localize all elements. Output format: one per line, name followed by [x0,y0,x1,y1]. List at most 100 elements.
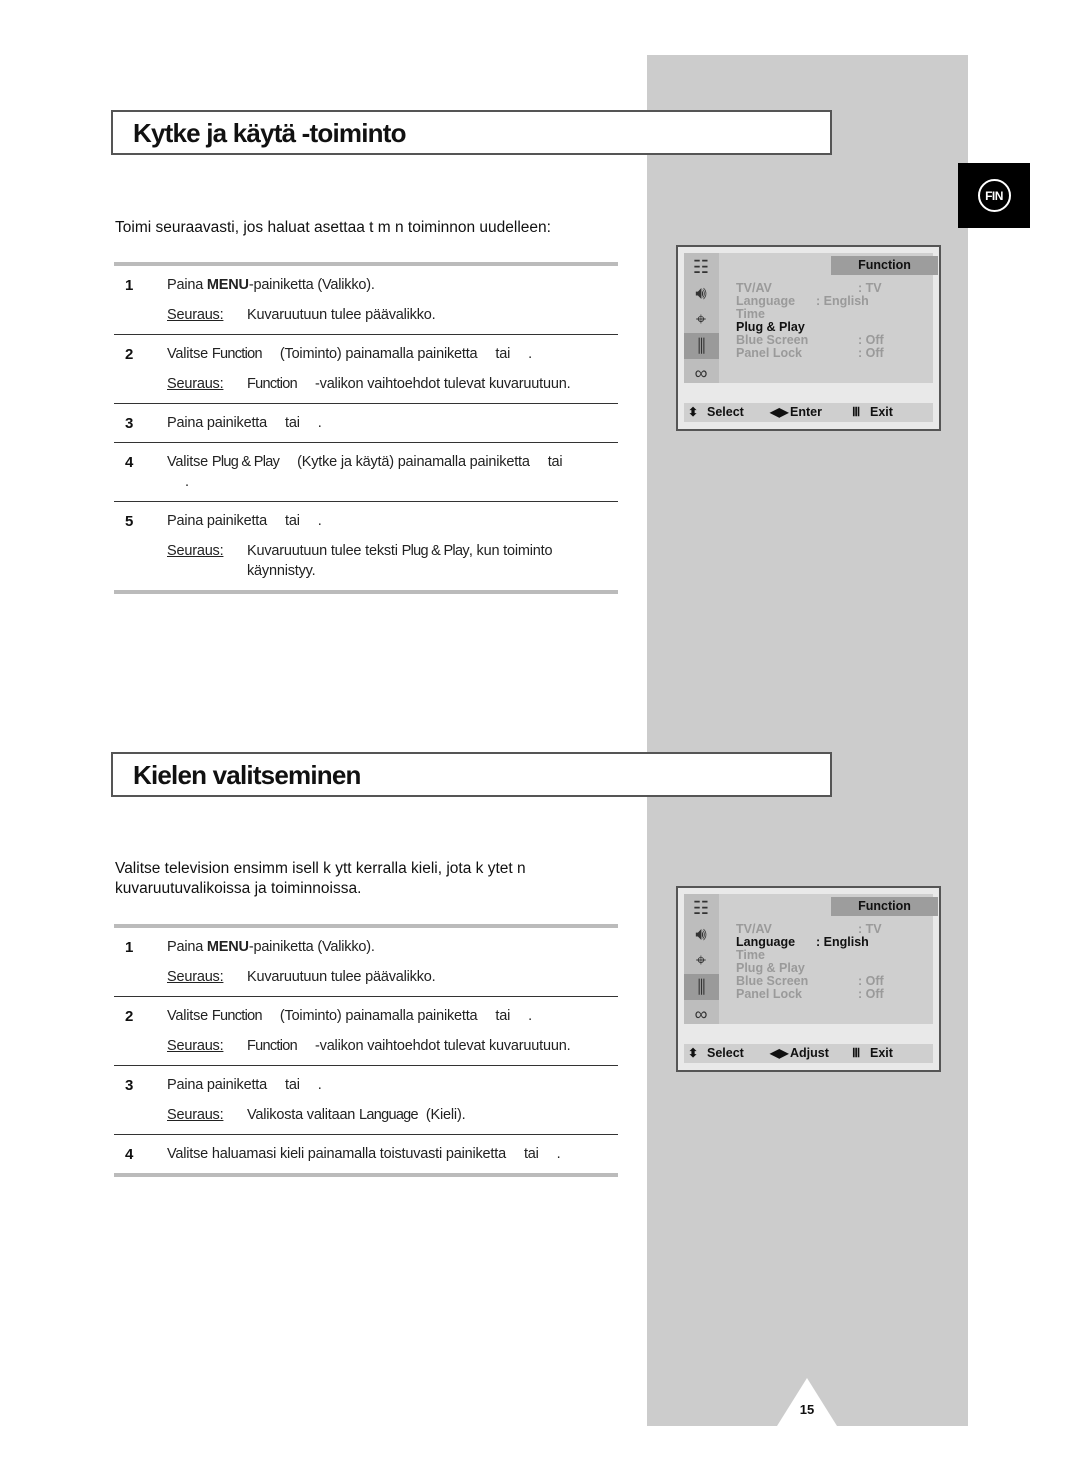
steps-list: 1 Paina MENU-painiketta (Valikko). Seura… [114,924,618,1177]
osd-icon-bar: ☷ 🔊︎ ⌖ ⫼ ∞ [684,894,719,1024]
menu-term: Function [211,1008,263,1024]
osd-footer-exit: Exit [870,405,893,419]
osd-item-label: Plug & Play [736,320,805,334]
step-result: Seuraus: Function -valikon vaihtoehdot tul… [167,374,618,394]
step: 1 Paina MENU-painiketta (Valikko). Seura… [114,266,618,334]
text: tai [547,454,563,470]
tape-icon: ∞ [694,362,708,383]
function-icon: ⫼ [684,333,719,359]
step-number: 2 [125,1008,134,1025]
step-instruction: Paina MENU-painiketta (Valikko). [167,937,618,957]
text: Paina painiketta [167,513,267,529]
osd-item-panel-lock: Panel Lock : Off [736,347,896,360]
result-label: Seuraus: [167,376,224,392]
osd-footer-action: Enter [790,405,822,419]
osd-item-label: Language [736,294,796,308]
result-label: Seuraus: [167,543,224,559]
step-instruction: Valitse Function (Toiminto) painamalla pa… [167,344,618,364]
result-label: Seuraus: [167,1038,224,1054]
step-number: 3 [125,415,134,432]
osd-item-label: Panel Lock [736,346,802,360]
text: . [317,415,322,431]
step-number: 1 [125,277,134,294]
osd-icon-bar: ☷ 🔊︎ ⌖ ⫼ ∞ [684,253,719,383]
text: (Toiminto) painamalla painiketta [279,1008,478,1024]
step: 1 Paina MENU-painiketta (Valikko). Seura… [114,928,618,996]
osd-item-value: : Off [858,346,884,360]
intro-line: kuvaruutuvalikoissa ja toiminnoissa. [115,880,362,897]
text: Paina painiketta [167,415,267,431]
text: . [317,1077,322,1093]
osd-item-value: : English [816,294,869,308]
result-label: Seuraus: [167,969,224,985]
key-label: MENU [206,939,249,955]
result-label: Seuraus: [167,1107,224,1123]
text: Valitse [167,1008,212,1024]
text: (Toiminto) painamalla painiketta [279,346,478,362]
text: Paina painiketta [167,1077,267,1093]
result-text: Valikosta valitaan [247,1107,359,1123]
steps-list: 1 Paina MENU-painiketta (Valikko). Seura… [114,262,618,594]
step-number: 4 [125,1146,134,1163]
osd-item-value: : English [816,935,869,949]
section-title-box: Kielen valitseminen [111,752,832,797]
step-number: 4 [125,454,134,471]
osd-footer-select: Select [707,405,744,419]
step: 2 Valitse Function (Toiminto) painamalla … [114,334,618,403]
up-down-icon: ⬍ [688,1046,699,1060]
step-result: Seuraus: Kuvaruutuun tulee teksti Plug & … [167,541,618,581]
menu-term: Language [359,1107,419,1123]
result-text: Kuvaruutuun tulee teksti [247,543,402,559]
step-result: Seuraus: Kuvaruutuun tulee päävalikko. [167,305,618,325]
menu-term: Function [211,346,263,362]
text: -painiketta (Valikko). [248,277,375,293]
result-label: Seuraus: [167,307,224,323]
intro-line: Valitse television ensimm isell k ytt ke… [115,860,526,877]
left-right-icon: ◀▶ [770,1046,789,1060]
step-instruction: Paina painiketta tai. [167,511,618,531]
menu-term: Plug & Play [401,543,470,559]
satellite-icon: ⌖ [695,308,707,329]
text: -painiketta (Valikko). [248,939,375,955]
step-result: Seuraus: Function -valikon vaihtoehdot tul… [167,1036,618,1056]
osd-screen-plug-and-play: ☷ 🔊︎ ⌖ ⫼ ∞ Function TV/AV: TV Language: … [676,245,941,431]
page-number: 15 [799,1402,815,1417]
step: 3 Paina painiketta tai. [114,403,618,442]
osd-footer-select: Select [707,1046,744,1060]
osd-item-label: Time [736,307,765,321]
menu-icon: Ⅲ [852,405,861,419]
menu-term: Function [247,1038,298,1054]
text: tai [285,1077,300,1093]
text: Valitse [167,454,212,470]
tape-icon: ∞ [694,1003,708,1024]
step: 4 Valitse haluamasi kieli painamalla toi… [114,1134,618,1173]
text: (Kytke ja käytä) painamalla painiketta [297,454,530,470]
osd-item-label: TV/AV [736,922,772,936]
menu-icon: Ⅲ [852,1046,861,1060]
osd-footer: ⬍ Select ◀▶ Enter Ⅲ Exit [684,403,933,422]
step-number: 2 [125,346,134,363]
text: Paina [167,277,207,293]
section-title: Kielen valitseminen [133,760,361,790]
text: tai [495,1008,511,1024]
osd-item-panel-lock: Panel Lock: Off [736,988,896,1001]
osd-menu-list: TV/AV: TV Language: English Time Plug & … [736,923,896,1001]
osd-item-label: TV/AV [736,281,772,295]
step-number: 1 [125,939,134,956]
step: 4 Valitse Plug & Play (Kytke ja käytä) pa… [114,442,618,501]
section-intro: Valitse television ensimm isell k ytt ke… [115,859,526,899]
menu-term: Function [247,376,298,392]
osd-footer: ⬍ Select ◀▶ Adjust Ⅲ Exit [684,1044,933,1063]
section-title: Kytke ja käytä -toiminto [133,118,406,148]
osd-item-label: Language [736,935,796,949]
osd-menu-list: TV/AV: TV Language: English Time Plug & … [736,282,896,360]
result-text: -valikon vaihtoehdot tulevat kuvaruutuun… [315,376,571,392]
text: tai [495,346,511,362]
osd-footer-action: Adjust [790,1046,829,1060]
osd-menu-panel: ☷ 🔊︎ ⌖ ⫼ ∞ Function TV/AV: TV Language: … [684,253,938,383]
language-tab: FIN [958,163,1030,228]
picture-icon: ☷ [692,256,710,277]
step-result: Seuraus: Kuvaruutuun tulee päävalikko. [167,967,618,987]
osd-item-value: : Off [858,987,884,1001]
text: . [185,474,189,490]
